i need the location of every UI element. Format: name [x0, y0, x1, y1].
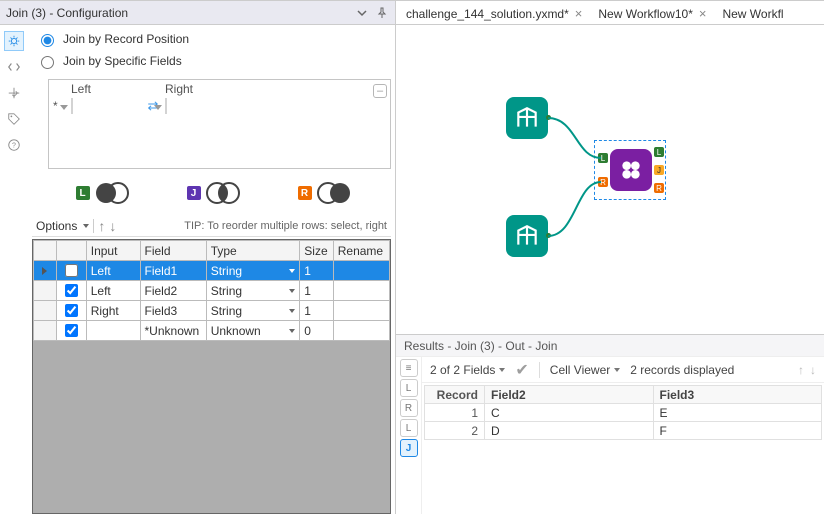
right-field-combo[interactable] — [165, 98, 167, 114]
results-title: Results - Join (3) - Out - Join — [396, 335, 824, 357]
join-in-left-anchor[interactable]: L — [598, 153, 608, 163]
close-icon[interactable]: × — [699, 6, 707, 21]
canvas-join-node[interactable] — [610, 149, 652, 191]
workflow-tab[interactable]: New Workflow10*× — [590, 3, 714, 24]
workflow-tab[interactable]: challenge_144_solution.yxmd*× — [398, 3, 590, 24]
cell-viewer-dropdown[interactable]: Cell Viewer — [550, 363, 620, 377]
join-out-join-anchor[interactable]: J — [654, 165, 664, 175]
canvas[interactable]: L R L J R — [396, 25, 824, 334]
fields-dropdown[interactable]: 2 of 2 Fields — [430, 363, 505, 377]
results-side-button[interactable]: L — [400, 419, 418, 437]
checkmark-icon[interactable]: ✔ — [515, 360, 528, 380]
fields-grid[interactable]: Input Field Type Size Rename LeftField1S… — [32, 239, 391, 514]
tag-icon[interactable] — [4, 109, 24, 129]
join-out-right-anchor[interactable]: R — [654, 183, 664, 193]
pin-icon[interactable] — [375, 6, 389, 20]
results-side-button[interactable]: L — [400, 379, 418, 397]
results-column-header[interactable]: Record — [425, 386, 485, 404]
radio-specific-fields[interactable]: Join by Specific Fields — [36, 53, 393, 69]
panel-title: Join (3) - Configuration — [6, 6, 349, 20]
table-row[interactable]: *UnknownUnknown0 — [34, 321, 390, 341]
field-checkbox[interactable] — [65, 324, 78, 337]
anchor-right[interactable]: R — [298, 181, 354, 205]
results-side-button[interactable]: ≡ — [400, 359, 418, 377]
canvas-input-node-2[interactable] — [506, 215, 548, 257]
field-checkbox[interactable] — [65, 284, 78, 297]
workflow-tabs: challenge_144_solution.yxmd*×New Workflo… — [396, 1, 824, 25]
svg-text:?: ? — [12, 143, 16, 150]
results-row[interactable]: 2DF — [425, 422, 822, 440]
chevron-down-icon[interactable] — [355, 6, 369, 20]
table-row[interactable]: LeftField2String1 — [34, 281, 390, 301]
records-summary: 2 records displayed — [630, 363, 734, 377]
results-toolbar: 2 of 2 Fields ✔ Cell Viewer 2 records di… — [422, 357, 824, 383]
radio-record-position[interactable]: Join by Record Position — [36, 31, 393, 47]
help-icon[interactable]: ? — [4, 135, 24, 155]
config-sidebar: ? — [0, 25, 28, 514]
join-fields-box: Left Right * ⇄ – — [48, 79, 391, 169]
left-field-combo[interactable] — [71, 98, 73, 114]
close-icon[interactable]: × — [575, 6, 583, 21]
table-row[interactable]: LeftField1String1 — [34, 261, 390, 281]
left-column-header: Left — [71, 82, 141, 96]
results-row[interactable]: 1CE — [425, 404, 822, 422]
nav-icon[interactable] — [4, 83, 24, 103]
join-out-left-anchor[interactable]: L — [654, 147, 664, 157]
anchor-join[interactable]: J — [187, 181, 243, 205]
table-row[interactable]: RightField3String1 — [34, 301, 390, 321]
workspace: challenge_144_solution.yxmd*×New Workflo… — [396, 1, 824, 514]
config-content: Join by Record Position Join by Specific… — [28, 25, 395, 514]
panel-header: Join (3) - Configuration — [0, 1, 395, 25]
tool-config-icon[interactable] — [4, 31, 24, 51]
results-up-icon[interactable]: ↑ — [798, 363, 804, 377]
field-checkbox[interactable] — [65, 304, 78, 317]
canvas-input-node-1[interactable] — [506, 97, 548, 139]
anchor-left[interactable]: L — [76, 181, 132, 205]
results-down-icon[interactable]: ↓ — [810, 363, 816, 377]
results-panel: Results - Join (3) - Out - Join ≡LRLJ 2 … — [396, 334, 824, 514]
right-column-header: Right — [165, 82, 235, 96]
move-down-icon[interactable]: ↓ — [109, 218, 116, 234]
options-menu[interactable]: Options — [36, 219, 77, 233]
move-up-icon[interactable]: ↑ — [98, 218, 105, 234]
field-checkbox[interactable] — [65, 264, 78, 277]
configuration-panel: Join (3) - Configuration ? Join b — [0, 1, 396, 514]
remove-field-icon[interactable]: – — [373, 84, 387, 98]
xml-icon[interactable] — [4, 57, 24, 77]
results-side-button[interactable]: R — [400, 399, 418, 417]
venn-anchors: L J R — [48, 181, 381, 205]
reorder-tip: TIP: To reorder multiple rows: select, r… — [184, 220, 387, 232]
results-grid[interactable]: RecordField2Field3 1CE2DF — [424, 385, 822, 440]
join-in-right-anchor[interactable]: R — [598, 177, 608, 187]
results-column-header[interactable]: Field2 — [485, 386, 654, 404]
results-column-header[interactable]: Field3 — [653, 386, 822, 404]
results-side-button[interactable]: J — [400, 439, 418, 457]
results-side-tabs: ≡LRLJ — [396, 357, 422, 514]
workflow-tab[interactable]: New Workfl — [714, 4, 791, 24]
options-bar: Options ↑ ↓ TIP: To reorder multiple row… — [32, 215, 391, 237]
